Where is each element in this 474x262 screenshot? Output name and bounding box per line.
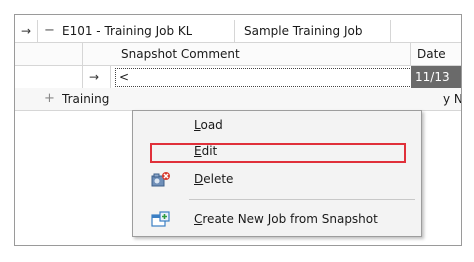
job-row[interactable]: → − E101 - Training Job KL Sample Traini…	[15, 20, 461, 43]
menu-separator	[189, 199, 415, 200]
job-description-cell[interactable]: Sample Training Job	[244, 20, 362, 42]
menu-item-load-label: Load	[194, 118, 223, 132]
job-grid-panel: → − E101 - Training Job KL Sample Traini…	[14, 14, 462, 246]
job-name-cell[interactable]: E101 - Training Job KL	[62, 20, 192, 42]
delete-snapshot-icon	[151, 171, 170, 187]
snapshot-date-cell[interactable]: 11/13	[411, 66, 461, 88]
collapse-icon[interactable]: −	[44, 20, 55, 42]
context-menu: Load Edit Delete Create New Job from Sna…	[132, 110, 422, 237]
row-indicator-arrow-icon: →	[21, 24, 32, 38]
menu-item-delete[interactable]: Delete	[133, 167, 421, 191]
date-header[interactable]: Date	[417, 43, 446, 65]
snapshot-header-row: Snapshot Comment Date	[15, 43, 461, 66]
edit-highlight-box	[150, 143, 406, 163]
training-row[interactable]: + Training y No	[15, 88, 461, 111]
snapshot-comment-field[interactable]: <	[115, 68, 412, 87]
create-job-icon	[151, 211, 170, 227]
training-label[interactable]: Training	[62, 88, 109, 110]
snapshot-comment-header[interactable]: Snapshot Comment	[121, 43, 240, 65]
menu-item-create-new-job-label: Create New Job from Snapshot	[194, 212, 378, 226]
snapshot-row-indicator-arrow-icon: →	[89, 70, 100, 84]
menu-item-create-new-job[interactable]: Create New Job from Snapshot	[133, 207, 421, 231]
menu-item-load[interactable]: Load	[133, 113, 421, 137]
training-row-right-text: y No	[443, 92, 461, 106]
snapshot-row[interactable]: → < 11/13	[15, 66, 461, 89]
menu-item-delete-label: Delete	[194, 172, 234, 186]
expand-icon[interactable]: +	[44, 88, 55, 110]
